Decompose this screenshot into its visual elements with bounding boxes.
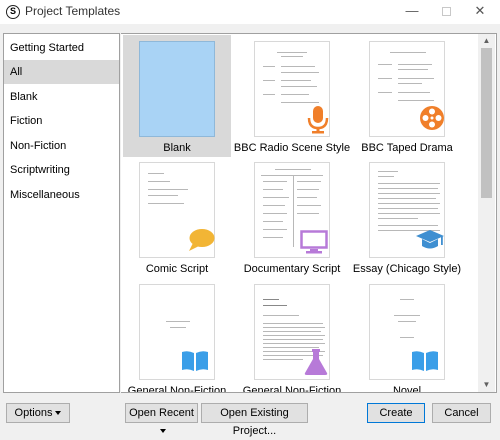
project-templates-window: S Project Templates — ✕ Getting Started … — [0, 0, 500, 437]
category-scriptwriting[interactable]: Scriptwriting — [4, 158, 119, 182]
speech-bubble-icon — [189, 229, 215, 251]
scroll-up-icon[interactable]: ▲ — [478, 34, 495, 48]
scroll-down-icon[interactable]: ▼ — [478, 378, 495, 392]
template-label: BBC Taped Drama — [361, 142, 453, 154]
open-recent-button[interactable]: Open Recent — [125, 403, 198, 434]
options-label: Options — [14, 407, 53, 419]
category-blank[interactable]: Blank — [4, 85, 119, 109]
category-getting-started[interactable]: Getting Started — [4, 36, 119, 60]
minimize-icon: — — [405, 3, 419, 18]
template-label: Novel — [392, 385, 422, 393]
template-tile-documentary[interactable]: Documentary Script — [238, 156, 346, 278]
open-recent-label: Open Recent — [129, 407, 194, 419]
scrivener-app-icon: S — [6, 5, 20, 19]
options-button[interactable]: Options — [6, 403, 70, 423]
title-bar: S Project Templates — ✕ — [0, 0, 500, 24]
scrollbar-thumb[interactable] — [481, 48, 492, 198]
create-button[interactable]: Create — [367, 403, 425, 423]
minimize-button[interactable]: — — [395, 0, 429, 24]
template-label: BBC Radio Scene Style — [233, 142, 351, 154]
close-button[interactable]: ✕ — [463, 0, 497, 24]
template-tile-bbc-radio[interactable]: BBC Radio Scene Style — [234, 35, 350, 157]
template-tile-bbc-taped[interactable]: BBC Taped Drama — [353, 35, 461, 157]
maximize-button[interactable] — [429, 0, 463, 24]
category-fiction[interactable]: Fiction — [4, 109, 119, 133]
close-icon: ✕ — [474, 3, 486, 18]
create-label: Create — [379, 407, 413, 419]
category-all[interactable]: All — [4, 60, 119, 84]
category-list: Getting Started All Blank Fiction Non-Fi… — [3, 33, 120, 393]
template-grid: Blank BBC Radio Scene Style BBC Taped Dr… — [121, 33, 497, 393]
monitor-icon — [300, 230, 328, 254]
window-title: Project Templates — [25, 4, 121, 18]
flask-icon — [304, 349, 328, 375]
template-label: Comic Script — [145, 263, 209, 275]
template-tile-blank[interactable]: Blank — [123, 35, 231, 157]
category-non-fiction[interactable]: Non-Fiction — [4, 134, 119, 158]
cancel-label: Cancel — [444, 407, 479, 419]
open-existing-project-button[interactable]: Open Existing Project... — [201, 403, 308, 437]
template-label: Documentary Script — [243, 263, 341, 275]
open-existing-label: Open Existing Project... — [220, 407, 289, 437]
template-thumbnail — [139, 41, 215, 137]
open-book-icon — [412, 351, 438, 371]
cancel-button[interactable]: Cancel — [432, 403, 491, 423]
template-label: General Non-Fiction — [242, 385, 342, 393]
template-tile-essay-chicago[interactable]: Essay (Chicago Style) — [353, 156, 461, 278]
category-miscellaneous[interactable]: Miscellaneous — [4, 183, 119, 207]
template-tile-general-non-fiction[interactable]: General Non-Fiction — [123, 278, 231, 392]
template-label: Essay (Chicago Style) — [352, 263, 462, 275]
template-tile-general-non-fiction-2[interactable]: General Non-Fiction — [238, 278, 346, 392]
open-book-icon — [182, 351, 208, 371]
template-tile-comic-script[interactable]: Comic Script — [123, 156, 231, 278]
dropdown-caret-icon — [55, 411, 62, 416]
microphone-icon — [307, 106, 329, 134]
template-tile-novel[interactable]: Novel — [353, 278, 461, 392]
graduation-cap-icon — [416, 230, 444, 249]
film-reel-icon — [420, 106, 444, 130]
template-label: General Non-Fiction — [127, 385, 227, 393]
template-label: Blank — [163, 142, 191, 154]
dropdown-caret-icon — [160, 429, 166, 434]
maximize-icon — [441, 7, 451, 17]
vertical-scrollbar[interactable]: ▲ ▼ — [478, 34, 495, 392]
